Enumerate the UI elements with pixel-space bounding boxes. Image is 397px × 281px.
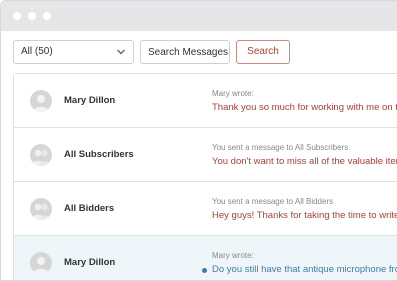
search-button[interactable]: Search [236, 40, 290, 64]
window-titlebar [1, 1, 397, 31]
chevron-down-icon [117, 49, 125, 55]
message-meta: Mary wrote: [212, 89, 254, 98]
user-silhouette-icon [33, 95, 49, 112]
user-silhouette-icon [33, 257, 49, 274]
message-row[interactable]: All Subscribers You sent a message to Al… [14, 128, 397, 182]
group-silhouette-icon [31, 149, 51, 166]
avatar [30, 252, 52, 274]
message-meta: You sent a message to All Bidders [212, 197, 334, 206]
filter-select[interactable]: All (50) [13, 40, 134, 64]
app-window: All (50) Search Mary Dillon Mary wrote: … [0, 0, 397, 281]
unread-indicator-icon [202, 268, 207, 273]
message-preview: Do you still have that antique microphon… [212, 264, 397, 275]
message-meta: You sent a message to All Subscribers [212, 143, 349, 152]
message-preview: You don't want to miss all of the valuab… [212, 156, 397, 167]
message-row-selected[interactable]: Mary Dillon Mary wrote: Do you still hav… [14, 236, 397, 280]
avatar [30, 144, 52, 166]
group-silhouette-icon [31, 203, 51, 220]
message-row[interactable]: All Bidders You sent a message to All Bi… [14, 182, 397, 236]
filter-select-value: All (50) [21, 46, 53, 57]
window-maximize-dot[interactable] [43, 12, 51, 20]
message-sender: All Bidders [64, 203, 115, 214]
message-preview: Hey guys! Thanks for taking the time to … [212, 210, 397, 221]
window-minimize-dot[interactable] [28, 12, 36, 20]
search-input[interactable] [140, 40, 230, 64]
message-preview: Thank you so much for working with me on… [212, 102, 397, 113]
message-toolbar: All (50) Search [1, 31, 397, 75]
window-close-dot[interactable] [13, 12, 21, 20]
message-list: Mary Dillon Mary wrote: Thank you so muc… [13, 73, 397, 280]
message-sender: All Subscribers [64, 149, 134, 160]
message-row[interactable]: Mary Dillon Mary wrote: Thank you so muc… [14, 74, 397, 128]
avatar [30, 90, 52, 112]
message-meta: Mary wrote: [212, 251, 254, 260]
avatar [30, 198, 52, 220]
message-sender: Mary Dillon [64, 95, 116, 106]
message-sender: Mary Dillon [64, 257, 116, 268]
